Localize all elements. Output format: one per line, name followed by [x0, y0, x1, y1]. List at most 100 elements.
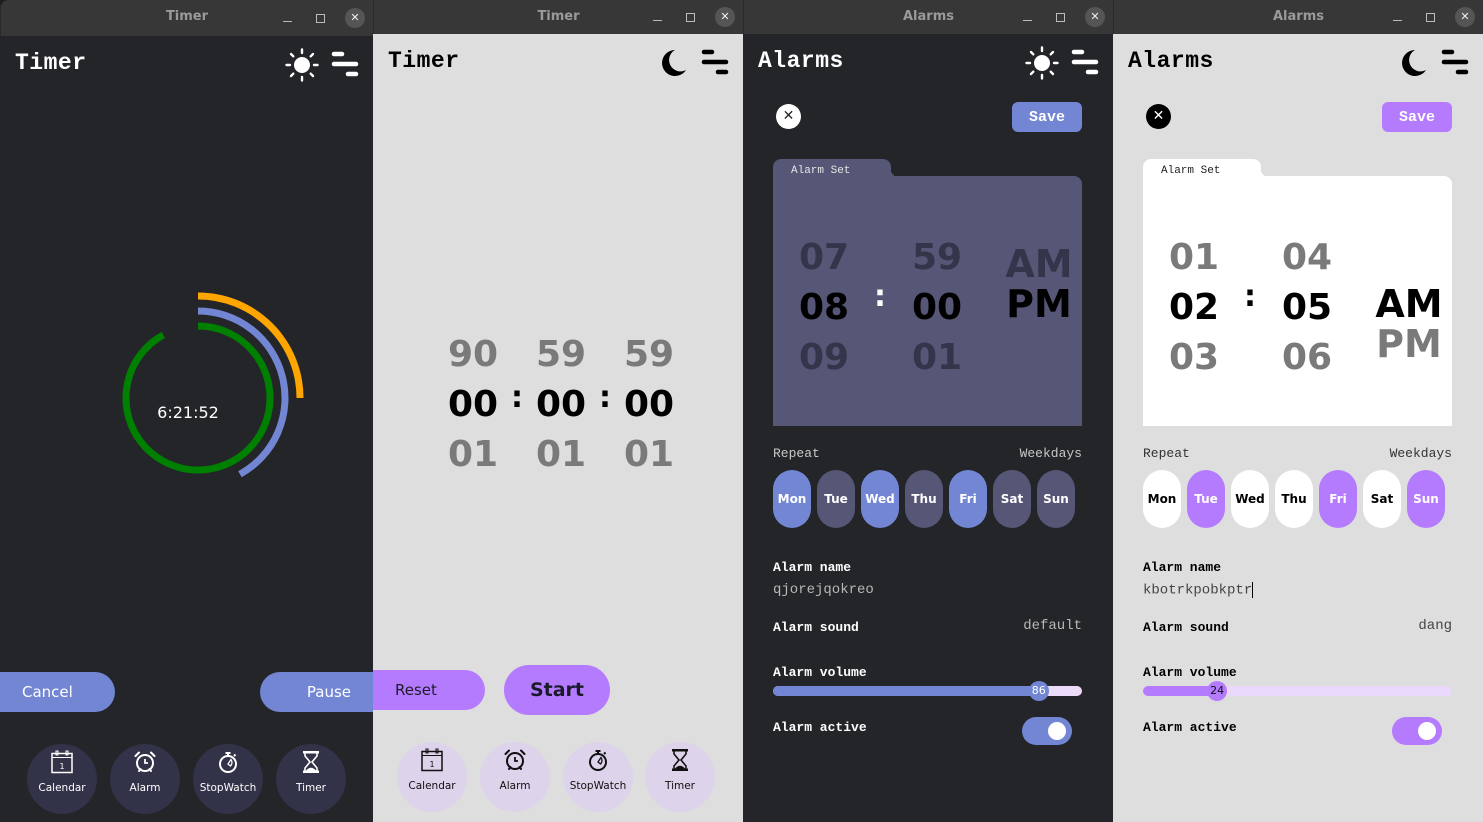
start-button[interactable]: Start	[504, 665, 610, 715]
alarm-sound-label: Alarm sound	[773, 620, 859, 635]
seconds-wheel[interactable]: 59 00 01	[619, 330, 679, 480]
hours-wheel[interactable]: 90 00 01	[443, 330, 503, 480]
reset-button[interactable]: Reset	[373, 670, 485, 710]
cancel-button[interactable]: Cancel	[0, 672, 115, 712]
window-titlebar[interactable]: Alarms ✕	[743, 0, 1113, 34]
pm-option[interactable]: PM	[1369, 323, 1449, 365]
nav-label: StopWatch	[199, 782, 257, 794]
seconds-selected: 00	[623, 384, 675, 425]
hour-prev: 01	[1168, 237, 1220, 278]
alarm-sound-select[interactable]: default	[1023, 618, 1082, 634]
nav-calendar[interactable]: Calendar	[397, 742, 467, 812]
volume-thumb[interactable]: 24	[1207, 681, 1228, 701]
save-button[interactable]: Save	[1012, 102, 1082, 132]
nav-alarm[interactable]: Alarm	[110, 744, 180, 814]
sun-icon[interactable]	[285, 48, 319, 82]
day-fri[interactable]: Fri	[1319, 470, 1357, 528]
am-option[interactable]: AM	[999, 243, 1079, 285]
minute-next: 06	[1281, 337, 1333, 378]
volume-fill	[773, 686, 1039, 696]
day-mon[interactable]: Mon	[1143, 470, 1181, 528]
alarm-active-toggle[interactable]	[1392, 717, 1442, 745]
nav-label: Alarm	[129, 782, 161, 794]
alarm-sound-label: Alarm sound	[1143, 620, 1229, 635]
menu-icon[interactable]	[331, 50, 359, 78]
alarm-name-label: Alarm name	[1143, 560, 1222, 575]
pause-button[interactable]: Pause	[260, 672, 373, 712]
day-tue[interactable]: Tue	[1187, 470, 1225, 528]
day-mon[interactable]: Mon	[773, 470, 811, 528]
menu-icon[interactable]	[1441, 48, 1469, 76]
window-titlebar[interactable]: Alarms ✕	[1113, 0, 1483, 34]
volume-thumb[interactable]: 86	[1028, 681, 1049, 701]
separator: :	[874, 279, 886, 314]
toggle-knob	[1048, 722, 1066, 740]
toggle-knob	[1418, 722, 1436, 740]
nav-calendar[interactable]: Calendar	[27, 744, 97, 814]
bottom-nav: Calendar Alarm StopWatch Timer	[373, 742, 743, 814]
volume-slider[interactable]: 86	[773, 681, 1082, 701]
nav-timer[interactable]: Timer	[645, 742, 715, 812]
day-wed[interactable]: Wed	[1231, 470, 1269, 528]
close-icon[interactable]: ✕	[1455, 7, 1475, 27]
repeat-label: Repeat	[773, 446, 820, 461]
maximize-icon[interactable]	[1050, 7, 1070, 27]
minute-prev: 59	[911, 237, 963, 278]
minimize-icon[interactable]	[647, 7, 667, 27]
day-fri[interactable]: Fri	[949, 470, 987, 528]
pm-option-selected[interactable]: PM	[999, 283, 1079, 325]
alarm-active-label: Alarm active	[1143, 720, 1237, 735]
hour-next: 03	[1168, 337, 1220, 378]
save-button[interactable]: Save	[1382, 102, 1452, 132]
day-sun[interactable]: Sun	[1037, 470, 1075, 528]
minute-wheel[interactable]: 59 00 01	[902, 233, 972, 383]
nav-timer[interactable]: Timer	[276, 744, 346, 814]
hour-wheel[interactable]: 01 02 03	[1159, 233, 1229, 383]
minute-wheel[interactable]: 04 05 06	[1272, 233, 1342, 383]
window-titlebar[interactable]: Timer ✕	[373, 0, 743, 34]
moon-icon[interactable]	[1395, 46, 1429, 80]
day-sun[interactable]: Sun	[1407, 470, 1445, 528]
am-option-selected[interactable]: AM	[1369, 283, 1449, 325]
alarm-name-input[interactable]: kbotrkpobkptr	[1143, 582, 1254, 599]
maximize-icon[interactable]	[680, 7, 700, 27]
day-tue[interactable]: Tue	[817, 470, 855, 528]
menu-icon[interactable]	[1071, 48, 1099, 76]
volume-fill	[1143, 686, 1218, 696]
minutes-wheel[interactable]: 59 00 01	[531, 330, 591, 480]
window-titlebar[interactable]: Timer ✕	[0, 0, 373, 36]
nav-label: StopWatch	[569, 780, 627, 792]
close-editor-icon[interactable]: ✕	[776, 104, 801, 129]
volume-slider[interactable]: 24	[1143, 681, 1452, 701]
minimize-icon[interactable]	[1017, 7, 1037, 27]
close-icon[interactable]: ✕	[715, 7, 735, 27]
close-icon[interactable]: ✕	[1085, 7, 1105, 27]
day-sat[interactable]: Sat	[993, 470, 1031, 528]
alarm-name-input[interactable]: qjorejqokreo	[773, 582, 874, 598]
maximize-icon[interactable]	[310, 8, 330, 28]
minimize-icon[interactable]	[1387, 7, 1407, 27]
repeat-days: Mon Tue Wed Thu Fri Sat Sun	[773, 470, 1083, 528]
bottom-nav: Calendar Alarm StopWatch Timer	[0, 744, 373, 816]
hourglass-icon	[299, 750, 323, 774]
sun-icon[interactable]	[1025, 46, 1059, 80]
close-editor-icon[interactable]: ✕	[1146, 104, 1171, 129]
menu-icon[interactable]	[701, 48, 729, 76]
separator: :	[1244, 279, 1256, 314]
alarm-sound-select[interactable]: dang	[1418, 618, 1452, 634]
nav-label: Timer	[664, 780, 695, 792]
nav-stopwatch[interactable]: StopWatch	[563, 742, 633, 812]
nav-stopwatch[interactable]: StopWatch	[193, 744, 263, 814]
minimize-icon[interactable]	[277, 8, 297, 28]
day-sat[interactable]: Sat	[1363, 470, 1401, 528]
moon-icon[interactable]	[655, 46, 689, 80]
maximize-icon[interactable]	[1420, 7, 1440, 27]
close-icon[interactable]: ✕	[345, 8, 365, 28]
day-thu[interactable]: Thu	[905, 470, 943, 528]
alarm-active-toggle[interactable]	[1022, 717, 1072, 745]
day-wed[interactable]: Wed	[861, 470, 899, 528]
hour-wheel[interactable]: 07 08 09	[789, 233, 859, 383]
day-thu[interactable]: Thu	[1275, 470, 1313, 528]
nav-alarm[interactable]: Alarm	[480, 742, 550, 812]
hour-next: 09	[798, 337, 850, 378]
